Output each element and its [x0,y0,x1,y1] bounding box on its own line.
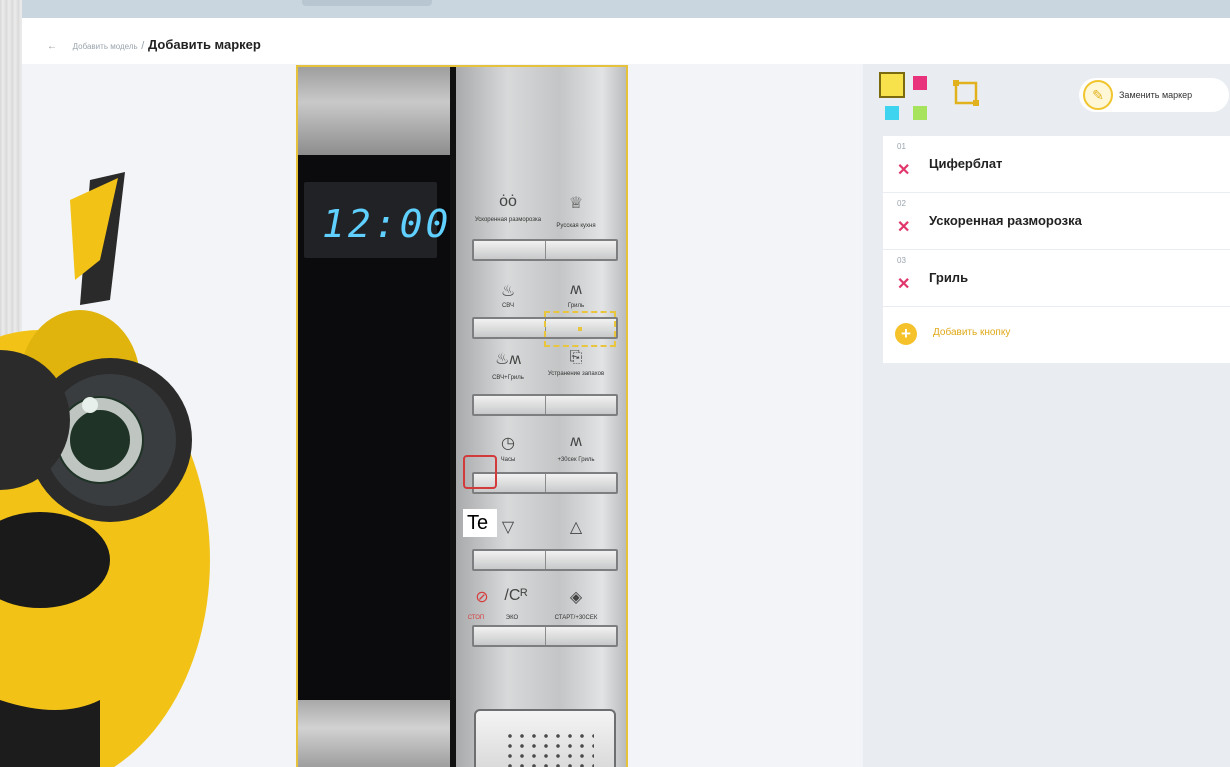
marker-name: Циферблат [929,156,1003,171]
combo-icon: ♨ʍ [495,351,521,368]
delete-icon[interactable]: ✕ [897,217,910,237]
color-swatch-yellow[interactable] [879,72,905,98]
text-tool-preview: Te [463,509,497,537]
odor-icon: ⎘ [569,349,583,366]
marker-number: 01 [897,142,906,151]
label-combo: СВЧ+Гриль [492,375,524,381]
label-defrost: Ускоренная разморозка [474,217,542,223]
microwave-icon: ♨ [500,283,516,300]
label-microwave: СВЧ [501,303,515,309]
grill-plus-icon: ʍ [570,433,582,450]
add-button-row[interactable]: + Добавить кнопку [883,307,1230,363]
top-tab [302,0,432,6]
marker-number: 03 [897,256,906,265]
breadcrumb-bar: ← Добавить модель / Добавить маркер [22,18,1230,64]
marker-list-item[interactable]: 01 ✕ Циферблат [883,136,1230,192]
crop-icon[interactable] [951,78,981,108]
back-icon[interactable]: ← [47,41,57,52]
grill-icon: ʍ [570,281,582,298]
button-row-5[interactable] [472,549,618,571]
breadcrumb-current: Добавить маркер [147,37,261,52]
breadcrumb-parent[interactable]: Добавить модель [73,42,138,51]
color-swatch-pink[interactable] [913,76,927,90]
label-odor: Устранение запахов [547,371,605,377]
breadcrumb-separator: / [141,40,145,52]
replace-marker-label: Заменить маркер [1119,90,1193,100]
color-swatch-cyan[interactable] [885,106,899,120]
clock-icon: ◷ [501,435,515,452]
color-palette [879,72,929,122]
add-button-label: Добавить кнопку [933,327,1011,338]
device-top-frame [298,67,450,155]
pencil-icon: ✎ [1083,80,1113,110]
start-icon: ◈ [569,589,583,606]
eco-icon: /Cᴿ [504,587,528,604]
replace-marker-button[interactable]: ✎ Заменить маркер [1079,78,1229,112]
defrost-icon: ȯȯ [499,193,517,210]
label-eco: ЭКО [505,615,519,621]
button-row-6[interactable] [472,625,618,647]
marker-name: Гриль [929,270,969,285]
marker-list: 01 ✕ Циферблат 02 ✕ Ускоренная разморозк… [883,136,1230,363]
button-row-1[interactable] [472,239,618,261]
control-panel: ȯȯ Ускоренная разморозка ♕ Русская кухня… [456,67,626,767]
marker-sidebar: ✎ Заменить маркер 01 ✕ Циферблат 02 ✕ Ус… [863,64,1230,767]
marker-list-item[interactable]: 03 ✕ Гриль [883,250,1230,306]
top-bar [22,0,1230,18]
label-plus30: +30сек Гриль [557,457,595,463]
marker-grill-selection[interactable] [544,311,616,347]
marker-list-item[interactable]: 02 ✕ Ускоренная разморозка [883,193,1230,249]
plus-icon: + [895,323,917,345]
color-swatch-green[interactable] [913,106,927,120]
chef-hat-icon: ♕ [568,195,584,212]
breadcrumb: ← Добавить модель / Добавить маркер [47,37,261,52]
marker-new-selection[interactable] [463,455,497,489]
label-russian-cuisine: Русская кухня [556,223,596,229]
label-grill: Гриль [567,303,585,309]
marker-name: Ускоренная разморозка [929,213,1082,228]
label-start: СТАРТ/+30СЕК [554,615,598,621]
arrow-up-icon: △ [569,519,583,536]
button-row-3[interactable] [472,394,618,416]
device-bottom-frame [298,700,450,767]
device-display: 12:00 [304,182,448,258]
display-time: 12:00 [322,202,452,246]
marker-number: 02 [897,199,906,208]
delete-icon[interactable]: ✕ [897,160,910,180]
speaker-grille [474,709,616,767]
window-edge [0,0,22,767]
delete-icon[interactable]: ✕ [897,274,910,294]
label-stop: СТОП [467,615,485,621]
device-image[interactable]: 12:00 ȯȯ Ускоренная разморозка ♕ Русская… [296,65,628,767]
